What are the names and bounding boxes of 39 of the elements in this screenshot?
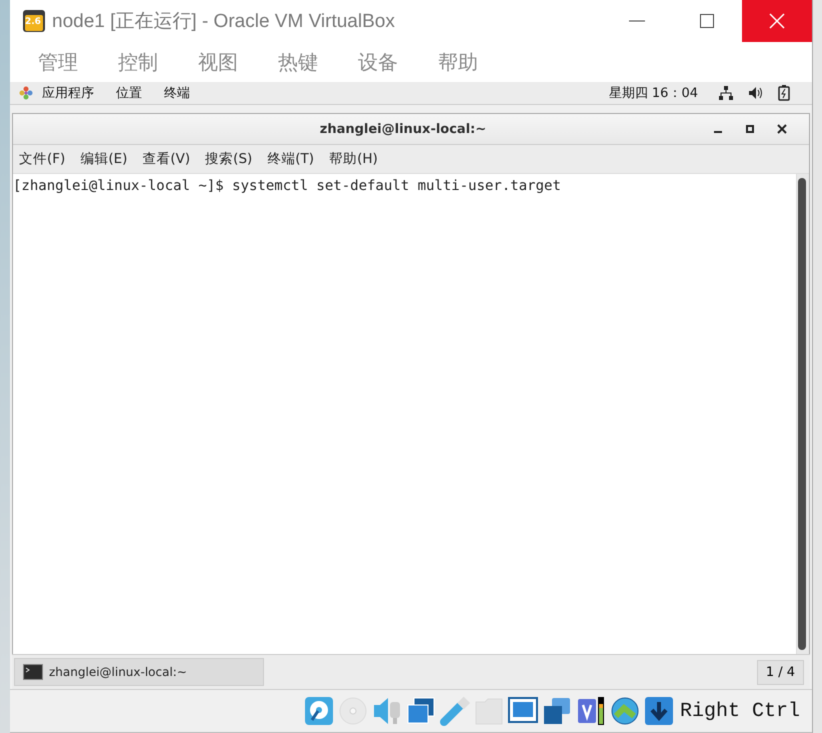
windows-icon[interactable] bbox=[542, 696, 572, 726]
maximize-icon bbox=[699, 13, 715, 29]
panel-menu-item[interactable]: 终端 bbox=[164, 84, 190, 102]
volume-icon[interactable] bbox=[748, 85, 764, 101]
close-icon[interactable] bbox=[777, 124, 787, 134]
maximize-icon[interactable] bbox=[745, 124, 755, 134]
terminal-line: [zhanglei@linux-local ~]$ systemctl set-default multi-user.target bbox=[13, 178, 562, 194]
menu-item[interactable]: 帮助(H) bbox=[329, 150, 378, 168]
workspace-pager[interactable]: 1 / 4 bbox=[756, 660, 804, 684]
panel-menu-item[interactable]: 应用程序 bbox=[42, 84, 94, 102]
network-icon[interactable] bbox=[718, 85, 734, 101]
cube-icon bbox=[22, 9, 46, 33]
scrollbar[interactable] bbox=[796, 174, 809, 654]
host-key-label: Right Ctrl bbox=[680, 700, 800, 722]
menu-item[interactable]: 帮助 bbox=[426, 48, 490, 76]
terminal-icon bbox=[23, 664, 43, 680]
network-icon[interactable] bbox=[406, 696, 436, 726]
menu-item[interactable]: 终端(T) bbox=[267, 150, 314, 168]
window-title: node1 [正在运行] - Oracle VM VirtualBox bbox=[52, 10, 396, 34]
chip-icon[interactable] bbox=[576, 696, 606, 726]
minimize-icon bbox=[629, 20, 645, 22]
menu-item[interactable]: 文件(F) bbox=[19, 150, 66, 168]
version-label: 2.6 bbox=[25, 17, 41, 27]
menu-item[interactable]: 控制 bbox=[106, 48, 170, 76]
menu-item[interactable]: 编辑(E) bbox=[80, 150, 128, 168]
panel-menu-item[interactable]: 位置 bbox=[116, 84, 142, 102]
menu-item[interactable]: 设备 bbox=[346, 48, 410, 76]
terminal-title: zhanglei@linux-local:~ bbox=[318, 122, 488, 136]
display-icon[interactable] bbox=[508, 696, 538, 726]
close-icon bbox=[769, 13, 785, 29]
menu-item[interactable]: 管理 bbox=[26, 48, 90, 76]
menu-item[interactable]: 搜索(S) bbox=[205, 150, 252, 168]
flower-icon[interactable] bbox=[18, 85, 34, 101]
menu-item[interactable]: 查看(V) bbox=[142, 150, 190, 168]
menu-item[interactable]: 视图 bbox=[186, 48, 250, 76]
taskbar-button[interactable]: zhanglei@linux-local:~ bbox=[14, 658, 264, 686]
battery-icon[interactable] bbox=[778, 85, 790, 101]
clock[interactable]: 星期四 16：04 bbox=[608, 84, 698, 102]
menu-item[interactable]: 热键 bbox=[266, 48, 330, 76]
